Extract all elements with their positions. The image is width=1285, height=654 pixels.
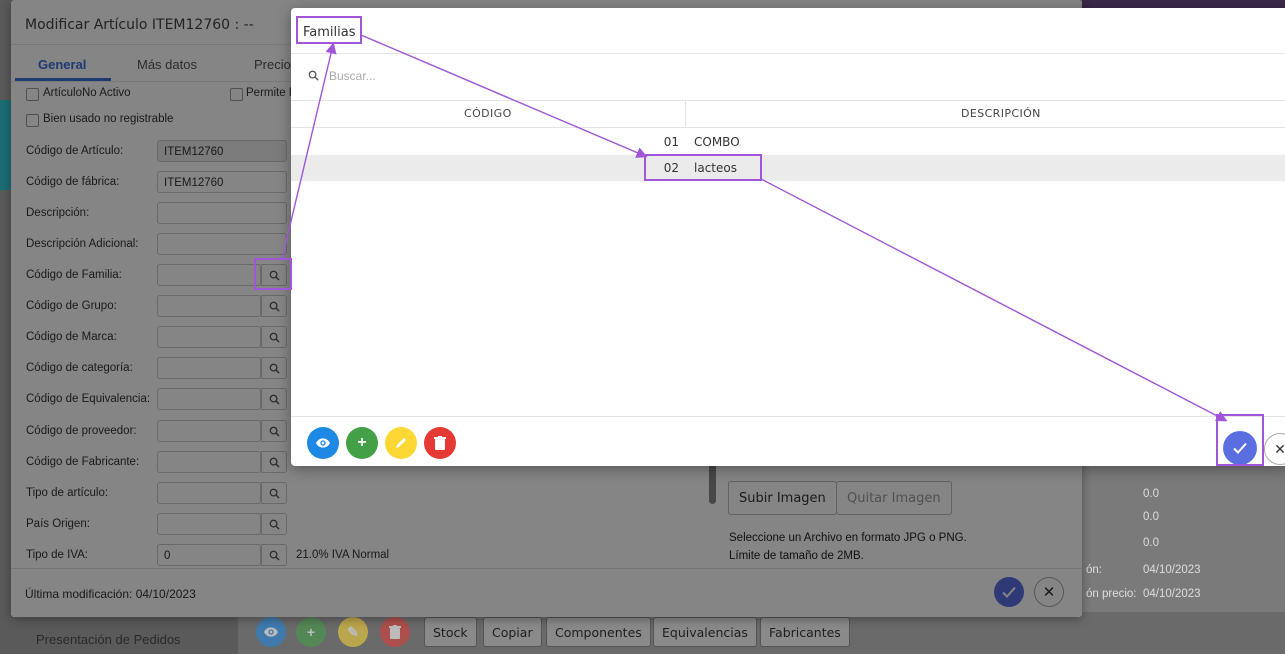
plus-icon: +	[306, 624, 316, 640]
row-description: lacteos	[694, 161, 737, 175]
background-label: ón precio:	[1086, 588, 1137, 600]
pencil-icon	[396, 438, 406, 448]
add-button[interactable]: +	[346, 427, 378, 459]
plus-icon: +	[357, 434, 367, 451]
trash-icon	[434, 436, 446, 450]
background-delete-button[interactable]	[380, 617, 410, 647]
check-icon	[1233, 442, 1247, 454]
background-edit-button[interactable]: ✎	[338, 617, 368, 647]
table-header: CÓDIGO DESCRIPCIÓN	[291, 100, 1285, 128]
background-add-button[interactable]: +	[296, 617, 326, 647]
search-input[interactable]	[329, 69, 629, 83]
dialog-close-button[interactable]: ✕	[1264, 433, 1285, 465]
search-icon	[308, 70, 319, 81]
equivalences-button[interactable]: Equivalencias	[653, 617, 757, 647]
familias-dialog: Familias CÓDIGO DESCRIPCIÓN 01 COMBO 02 …	[291, 8, 1285, 466]
background-view-button[interactable]	[256, 617, 286, 647]
column-header-description[interactable]: DESCRIPCIÓN	[961, 107, 1041, 120]
background-section-label: Presentación de Pedidos	[36, 632, 181, 647]
table-row[interactable]: 01 COMBO	[291, 129, 1285, 155]
row-description: COMBO	[694, 135, 740, 149]
components-button[interactable]: Componentes	[546, 617, 651, 647]
dialog-footer: + ✕	[291, 416, 1285, 466]
copy-button[interactable]: Copiar	[483, 617, 542, 647]
stock-button[interactable]: Stock	[424, 617, 477, 647]
confirm-button[interactable]	[1223, 431, 1257, 465]
background-topbar	[1082, 0, 1285, 8]
background-value: 0.0	[1143, 511, 1159, 523]
column-header-code[interactable]: CÓDIGO	[464, 107, 512, 120]
table-row-selected[interactable]: 02 lacteos	[291, 155, 1285, 181]
close-icon: ✕	[1274, 440, 1285, 457]
background-label: ón:	[1086, 564, 1102, 576]
background-value: 0.0	[1143, 488, 1159, 500]
row-code: 02	[663, 161, 679, 175]
dialog-title: Familias	[303, 25, 356, 40]
eye-icon	[264, 627, 278, 637]
row-code: 01	[663, 135, 679, 149]
edit-button[interactable]	[385, 427, 417, 459]
pencil-icon: ✎	[347, 623, 359, 640]
search-bar	[291, 53, 1285, 101]
manufacturers-button[interactable]: Fabricantes	[760, 617, 850, 647]
view-button[interactable]	[307, 427, 339, 459]
delete-button[interactable]	[424, 427, 456, 459]
column-separator	[685, 100, 686, 127]
trash-icon	[389, 625, 401, 639]
background-value: 0.0	[1143, 537, 1159, 549]
background-value: 04/10/2023	[1143, 564, 1201, 576]
eye-icon	[316, 438, 330, 448]
background-value: 04/10/2023	[1143, 588, 1201, 600]
